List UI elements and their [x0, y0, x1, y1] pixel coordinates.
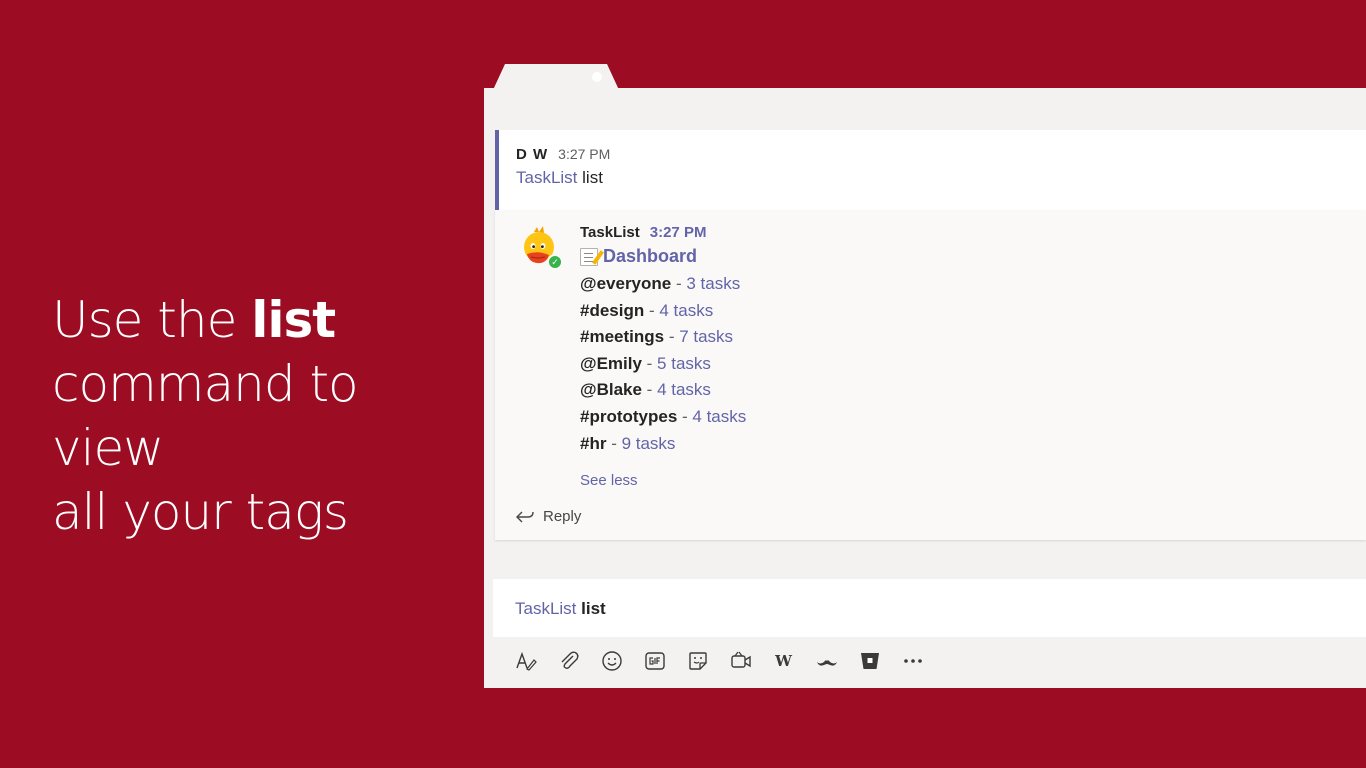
bitbucket-button[interactable] — [857, 648, 882, 673]
compose-toolbar: W — [513, 648, 925, 673]
more-options-button[interactable] — [900, 648, 925, 673]
memo-icon — [580, 247, 598, 266]
wikipedia-icon: W — [775, 651, 792, 670]
attach-icon — [561, 651, 578, 669]
tag-row: #prototypes - 4 tasks — [580, 404, 746, 431]
reply-button[interactable]: Reply — [515, 508, 581, 525]
gif-icon — [644, 651, 665, 670]
compose-mention: TaskList — [515, 599, 577, 618]
tag-separator: - — [677, 406, 693, 426]
bot-mention[interactable]: TaskList — [516, 168, 577, 187]
caption-line1-bold: list — [251, 291, 336, 349]
caption: Use the list command to view all your ta… — [52, 288, 472, 544]
tag-separator: - — [671, 274, 687, 293]
dashboard-link[interactable]: Dashboard — [580, 246, 746, 267]
tag-count-link[interactable]: 7 tasks — [679, 327, 733, 346]
compose-command: list — [581, 599, 606, 618]
tag-list: @everyone - 3 tasks #design - 4 tasks #m… — [580, 271, 746, 457]
tag-row: #design - 4 tasks — [580, 298, 746, 325]
tag-row: @Blake - 4 tasks — [580, 377, 746, 404]
status-available-icon: ✓ — [547, 254, 563, 270]
caption-line2: command to view — [52, 355, 359, 477]
format-icon — [515, 651, 537, 671]
sender-name: D W — [516, 146, 549, 163]
tag-separator: - — [641, 380, 658, 400]
tag-name: #meetings — [580, 327, 665, 347]
gif-button[interactable] — [642, 648, 667, 673]
tag-count-link[interactable]: 5 tasks — [657, 354, 711, 373]
tab-dot — [592, 72, 602, 82]
tag-row: @everyone - 3 tasks — [580, 271, 746, 298]
tag-count-link[interactable]: 9 tasks — [622, 434, 676, 453]
user-message-meta: D W 3:27 PM — [516, 146, 1366, 163]
tag-count-link[interactable]: 3 tasks — [686, 274, 740, 293]
tag-row: @Emily - 5 tasks — [580, 351, 746, 378]
user-message-text: TaskList list — [516, 168, 1366, 188]
compose-box[interactable]: TaskList list — [493, 579, 1366, 637]
duck-avatar[interactable]: ✓ — [519, 226, 563, 270]
caption-line3: all your tags — [52, 483, 349, 541]
sticker-icon — [688, 651, 707, 670]
sticker-button[interactable] — [685, 648, 710, 673]
more-icon — [903, 658, 922, 663]
tag-row: #hr - 9 tasks — [580, 431, 746, 458]
tag-separator: - — [644, 300, 660, 320]
tag-separator: - — [641, 353, 658, 373]
tag-separator: - — [606, 433, 622, 453]
caption-line1-prefix: Use the — [52, 291, 252, 349]
tag-name: #design — [580, 300, 645, 320]
bitbucket-icon — [860, 652, 879, 669]
tag-name: @Blake — [580, 380, 642, 400]
tag-name: #hr — [580, 433, 607, 453]
user-message: D W 3:27 PM TaskList list — [495, 130, 1366, 210]
mustache-icon — [816, 659, 837, 666]
tag-count-link[interactable]: 4 tasks — [692, 407, 746, 426]
emoji-icon — [601, 650, 622, 671]
bot-message: ✓ TaskList 3:27 PM Dashboard @everyone - … — [495, 210, 1366, 540]
attach-button[interactable] — [556, 648, 581, 673]
bot-message-content: TaskList 3:27 PM Dashboard @everyone - 3 … — [580, 224, 746, 489]
command-text: list — [582, 168, 603, 187]
mustache-button[interactable] — [814, 648, 839, 673]
tag-count-link[interactable]: 4 tasks — [659, 301, 713, 320]
format-button[interactable] — [513, 648, 538, 673]
meet-now-button[interactable] — [728, 648, 753, 673]
wikipedia-button[interactable]: W — [771, 648, 796, 673]
tag-name: @everyone — [580, 274, 672, 293]
dashboard-label: Dashboard — [603, 246, 698, 266]
emoji-button[interactable] — [599, 648, 624, 673]
reply-label: Reply — [543, 508, 582, 525]
tag-name: #prototypes — [580, 406, 678, 426]
tag-separator: - — [664, 327, 680, 347]
bot-meta: TaskList 3:27 PM — [580, 224, 746, 242]
see-less-link[interactable]: See less — [580, 472, 746, 489]
bot-time: 3:27 PM — [649, 224, 707, 241]
teams-window: D W 3:27 PM TaskList list ✓ TaskList 3:2… — [484, 88, 1366, 688]
reply-icon — [516, 511, 534, 522]
bot-name: TaskList — [580, 224, 640, 241]
tag-count-link[interactable]: 4 tasks — [657, 380, 711, 399]
tag-name: @Emily — [580, 353, 642, 373]
message-time: 3:27 PM — [558, 146, 611, 162]
meet-icon — [730, 651, 751, 668]
tag-row: #meetings - 7 tasks — [580, 324, 746, 351]
